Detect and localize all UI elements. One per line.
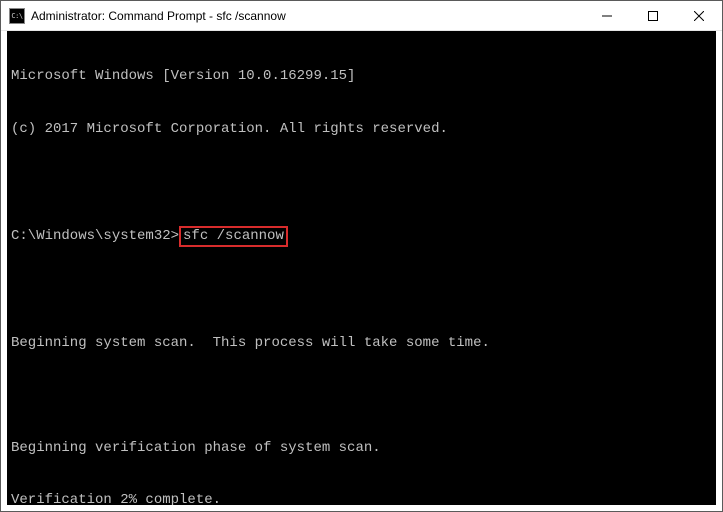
console-area[interactable]: Microsoft Windows [Version 10.0.16299.15… — [1, 31, 722, 511]
prompt-text: C:\Windows\system32> — [11, 228, 179, 246]
minimize-icon — [602, 11, 612, 21]
console-blank — [11, 282, 712, 300]
console-output: Beginning system scan. This process will… — [11, 335, 712, 353]
minimize-button[interactable] — [584, 1, 630, 30]
app-icon-label: C:\ — [11, 12, 22, 20]
close-button[interactable] — [676, 1, 722, 30]
window-controls — [584, 1, 722, 30]
console-blank — [11, 173, 712, 191]
console-output: Verification 2% complete. — [11, 492, 712, 510]
command-prompt-window: C:\ Administrator: Command Prompt - sfc … — [0, 0, 723, 512]
maximize-icon — [648, 11, 658, 21]
console-blank — [11, 387, 712, 405]
app-icon: C:\ — [9, 8, 25, 24]
prompt-line: C:\Windows\system32>sfc /scannow — [11, 226, 712, 248]
console-output: Microsoft Windows [Version 10.0.16299.15… — [11, 68, 712, 86]
titlebar[interactable]: C:\ Administrator: Command Prompt - sfc … — [1, 1, 722, 31]
console-output: Beginning verification phase of system s… — [11, 440, 712, 458]
console-output: (c) 2017 Microsoft Corporation. All righ… — [11, 121, 712, 139]
maximize-button[interactable] — [630, 1, 676, 30]
command-highlight: sfc /scannow — [179, 226, 288, 248]
window-title: Administrator: Command Prompt - sfc /sca… — [31, 9, 584, 23]
close-icon — [694, 11, 704, 21]
